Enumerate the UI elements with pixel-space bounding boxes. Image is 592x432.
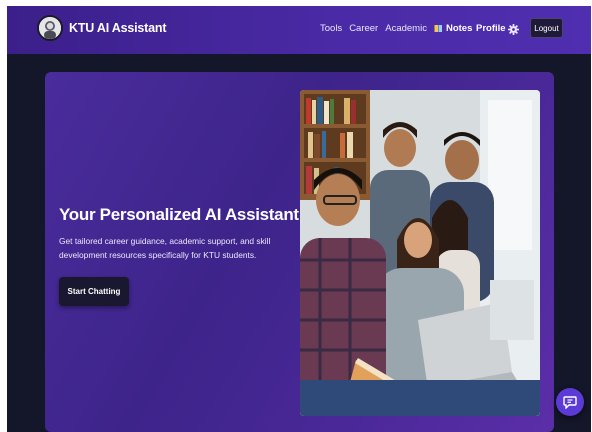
logout-button[interactable]: Logout: [530, 18, 563, 38]
avatar-logo-icon[interactable]: [37, 15, 63, 41]
nav-profile[interactable]: Profile: [476, 23, 506, 34]
app-window: KTU AI Assistant Tools Career Academic N…: [7, 6, 591, 432]
nav-tools[interactable]: Tools: [320, 23, 342, 34]
students-photo: [300, 90, 540, 416]
chat-bubble-icon: [563, 396, 577, 409]
nav-career[interactable]: Career: [349, 23, 378, 34]
hero-subtitle: Get tailored career guidance, academic s…: [59, 236, 271, 260]
hero-section: Your Personalized AI Assistant Get tailo…: [45, 72, 554, 432]
chat-button[interactable]: [556, 388, 584, 416]
book-icon: [434, 24, 443, 33]
start-chatting-button[interactable]: Start Chatting: [59, 277, 129, 306]
nav-links: Tools Career Academic Notes: [320, 23, 472, 34]
brand-title[interactable]: KTU AI Assistant: [69, 21, 166, 35]
nav-notes-label: Notes: [445, 23, 473, 34]
nav-notes[interactable]: Notes: [434, 23, 472, 34]
hero-title: Your Personalized AI Assistant: [59, 205, 299, 224]
navbar: KTU AI Assistant Tools Career Academic N…: [7, 6, 591, 54]
gear-icon[interactable]: [508, 22, 519, 35]
nav-academic[interactable]: Academic: [385, 23, 427, 34]
